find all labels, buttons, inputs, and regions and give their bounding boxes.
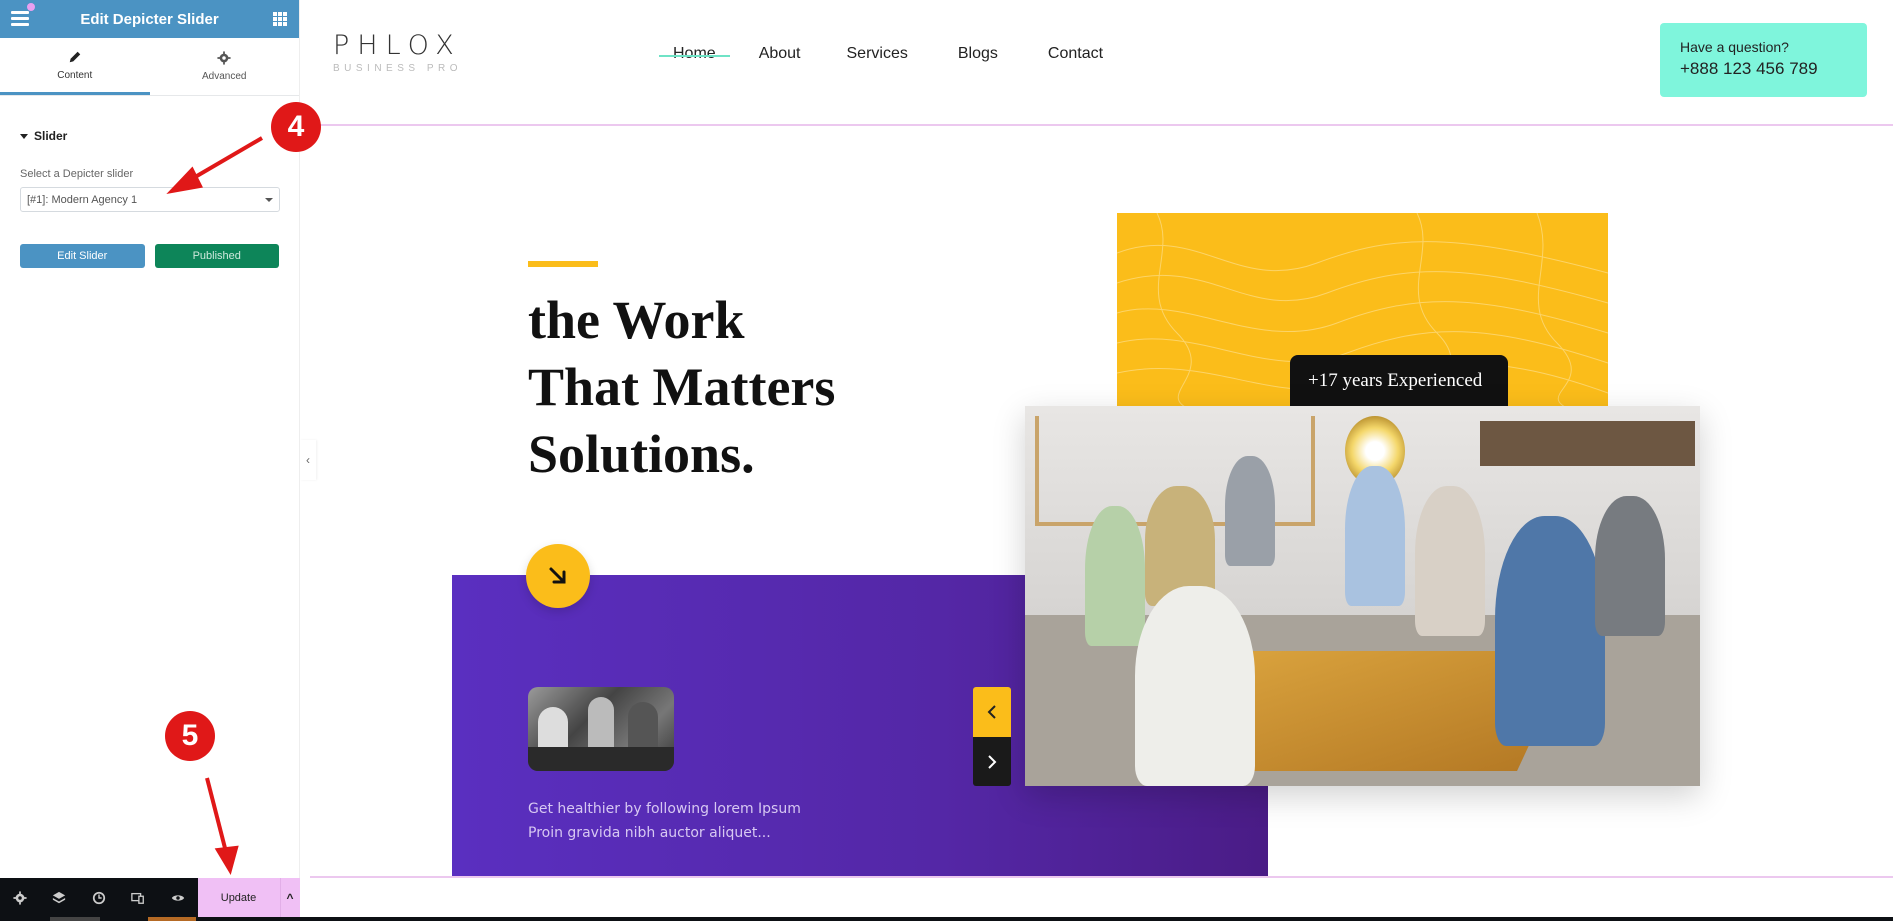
logo-subtext: BUSINESS PRO — [333, 63, 463, 74]
select-label: Select a Depicter slider — [20, 168, 134, 180]
responsive-mode-button[interactable] — [119, 878, 159, 917]
logo-text: PHLOX — [333, 30, 462, 61]
section-toggle[interactable]: Slider — [20, 129, 279, 143]
editor-bottom-bar: Update ^ — [0, 878, 300, 917]
slider-prev-button[interactable] — [973, 687, 1011, 737]
scroll-down-button[interactable] — [526, 544, 590, 608]
headline-line-3: Solutions. — [528, 424, 755, 484]
site-logo[interactable]: PHLOX BUSINESS PRO — [333, 30, 462, 74]
slider-next-button[interactable] — [973, 737, 1011, 786]
tab-content-label: Content — [57, 69, 93, 81]
nav-home[interactable]: Home — [659, 45, 730, 63]
edit-slider-button[interactable]: Edit Slider — [20, 244, 145, 268]
nav-about[interactable]: About — [759, 45, 801, 63]
pencil-icon — [69, 51, 80, 62]
team-meeting-photo — [1025, 406, 1700, 786]
published-button[interactable]: Published — [154, 244, 279, 268]
panel-header: Edit Depicter Slider — [0, 0, 299, 38]
chevron-up-icon: ^ — [286, 890, 294, 905]
tab-advanced-label: Advanced — [202, 71, 247, 82]
headline-accent-bar — [528, 261, 598, 267]
notification-dot — [27, 3, 35, 11]
section-border-bottom — [310, 876, 1893, 878]
slider-select-value: [#1]: Modern Agency 1 — [27, 193, 138, 206]
section-border-top — [310, 124, 1893, 126]
annotation-badge-5: 5 — [165, 711, 215, 761]
contact-phone: +888 123 456 789 — [1680, 59, 1818, 78]
nav-services[interactable]: Services — [847, 45, 908, 63]
slider-select[interactable]: [#1]: Modern Agency 1 — [20, 187, 280, 212]
settings-button[interactable] — [0, 878, 40, 917]
editor-panel: Edit Depicter Slider Content Advanced Sl… — [0, 0, 300, 878]
layers-icon — [53, 891, 66, 903]
hamburger-menu-icon[interactable] — [11, 11, 29, 27]
eye-icon — [171, 894, 184, 901]
responsive-icon — [131, 892, 145, 904]
nav-contact[interactable]: Contact — [1048, 45, 1103, 63]
contact-box[interactable]: Have a question? +888 123 456 789 — [1660, 23, 1867, 97]
panel-tabs: Content Advanced — [0, 38, 299, 96]
thumbnail-image — [528, 687, 674, 771]
main-nav: Home About Services Blogs Contact — [659, 45, 1103, 63]
blurb-line-2: Proin gravida nibh auctor aliquet... — [528, 825, 771, 841]
tab-advanced[interactable]: Advanced — [150, 38, 300, 95]
screen: Edit Depicter Slider Content Advanced Sl… — [0, 0, 1893, 921]
history-button[interactable] — [79, 878, 119, 917]
caret-down-icon — [20, 133, 28, 139]
arrow-down-right-icon — [549, 567, 566, 584]
history-icon — [92, 891, 105, 904]
blurb-line-1: Get healthier by following lorem Ipsum — [528, 801, 801, 817]
navigator-button[interactable] — [40, 878, 80, 917]
nav-blogs[interactable]: Blogs — [958, 45, 998, 63]
settings-icon — [13, 890, 27, 905]
widgets-grid-icon[interactable] — [273, 12, 287, 26]
headline-line-2: That Matters — [528, 357, 836, 417]
contact-question: Have a question? — [1680, 39, 1789, 55]
tab-content[interactable]: Content — [0, 38, 150, 95]
annotation-badge-4: 4 — [271, 102, 321, 152]
slider-section: Slider Select a Depicter slider [#1]: Mo… — [0, 129, 299, 268]
slider-actions: Edit Slider Published — [20, 244, 279, 268]
save-options-button[interactable]: ^ — [279, 878, 300, 917]
chevron-right-icon — [988, 754, 997, 769]
gear-icon — [217, 51, 231, 65]
section-title: Slider — [34, 129, 68, 143]
preview-button[interactable] — [158, 878, 198, 917]
update-button[interactable]: Update — [197, 878, 280, 917]
taskbar-strip — [0, 917, 1893, 921]
hero-headline: the Work That Matters Solutions. — [528, 287, 835, 488]
page-canvas: PHLOX BUSINESS PRO Home About Services B… — [310, 0, 1893, 878]
dropdown-arrow-icon — [265, 197, 273, 202]
panel-title: Edit Depicter Slider — [80, 10, 219, 28]
hero-blurb: Get healthier by following lorem Ipsum P… — [528, 797, 801, 845]
headline-line-1: the Work — [528, 290, 745, 350]
chevron-left-icon — [987, 705, 996, 719]
